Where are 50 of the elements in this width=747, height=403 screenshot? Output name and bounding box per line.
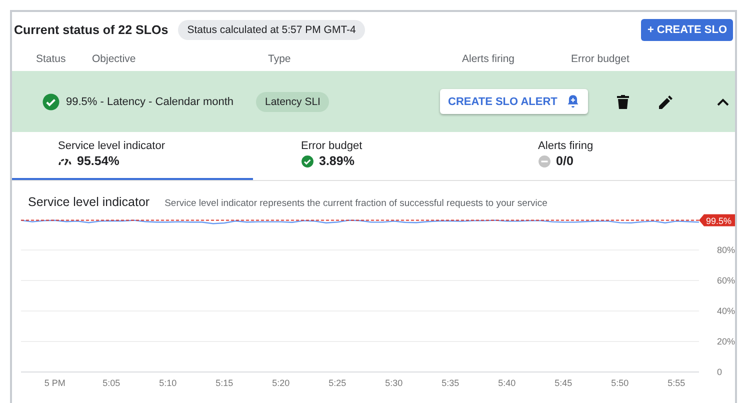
x-tick-label: 5:40 xyxy=(498,378,516,388)
y-tick-label: 40% xyxy=(717,306,735,316)
tab-label: Alerts firing xyxy=(538,140,594,152)
chart-description: Service level indicator represents the current fraction of successful requests to your service xyxy=(164,198,548,209)
minus-circle-icon xyxy=(538,154,552,168)
bell-plus-icon xyxy=(566,94,580,109)
x-tick-label: 5:20 xyxy=(272,378,290,388)
column-header: Type xyxy=(268,53,292,65)
status-chip: Status calculated at 5:57 PM GMT-4 xyxy=(178,20,365,40)
y-tick-label: 20% xyxy=(717,336,735,346)
y-tick-label: 60% xyxy=(717,276,735,286)
x-tick-label: 5:45 xyxy=(554,378,572,388)
x-tick-label: 5:05 xyxy=(102,378,120,388)
x-tick-label: 5 PM xyxy=(44,378,66,388)
x-tick-label: 5:10 xyxy=(159,378,177,388)
gauge-icon xyxy=(58,156,72,166)
edit-icon[interactable] xyxy=(659,94,674,108)
summary-tab[interactable]: Error budget 3.89% xyxy=(253,132,494,180)
tab-value: 95.54% xyxy=(77,154,120,168)
x-tick-label: 5:15 xyxy=(216,378,234,388)
x-tick-label: 5:25 xyxy=(328,378,346,388)
summary-tab[interactable]: Service level indicator 95.54% xyxy=(12,132,253,180)
create-slo-button[interactable]: + CREATE SLO xyxy=(641,19,733,41)
ref-line-label: 99.5% xyxy=(706,216,732,226)
column-header: Error budget xyxy=(571,53,630,65)
check-circle-icon xyxy=(42,92,60,110)
tab-value: 0/0 xyxy=(556,154,574,168)
column-header: Status xyxy=(35,53,67,65)
check-circle-icon xyxy=(301,154,314,168)
threshold-tag: 99.5% xyxy=(699,214,735,226)
x-tick-label: 5:55 xyxy=(668,378,686,388)
summary-tab[interactable]: Alerts firing 0/0 xyxy=(494,132,735,180)
delete-icon[interactable] xyxy=(617,94,630,108)
column-header: Objective xyxy=(92,53,137,65)
x-tick-label: 5:35 xyxy=(442,378,460,388)
column-header: Alerts firing xyxy=(462,53,516,65)
y-tick-label: 80% xyxy=(717,245,735,255)
tab-label: Error budget xyxy=(301,140,364,152)
page-title: Current status of 22 SLOs xyxy=(14,23,168,37)
create-slo-alert-button[interactable]: CREATE SLO ALERT xyxy=(440,89,588,114)
y-tick-label: 0 xyxy=(717,367,722,377)
chart-title: Service level indicator xyxy=(28,195,150,209)
slo-row[interactable]: 99.5% - Latency - Calendar month Latency SLI CREATE SLO ALERT xyxy=(12,71,735,132)
x-tick-label: 5:50 xyxy=(611,378,629,388)
type-chip: Latency SLI xyxy=(256,92,330,112)
x-tick-label: 5:30 xyxy=(385,378,403,388)
tab-value: 3.89% xyxy=(319,154,354,168)
tab-label: Service level indicator xyxy=(58,140,166,152)
collapse-icon[interactable] xyxy=(717,98,730,106)
slo-objective: 99.5% - Latency - Calendar month xyxy=(66,96,235,108)
